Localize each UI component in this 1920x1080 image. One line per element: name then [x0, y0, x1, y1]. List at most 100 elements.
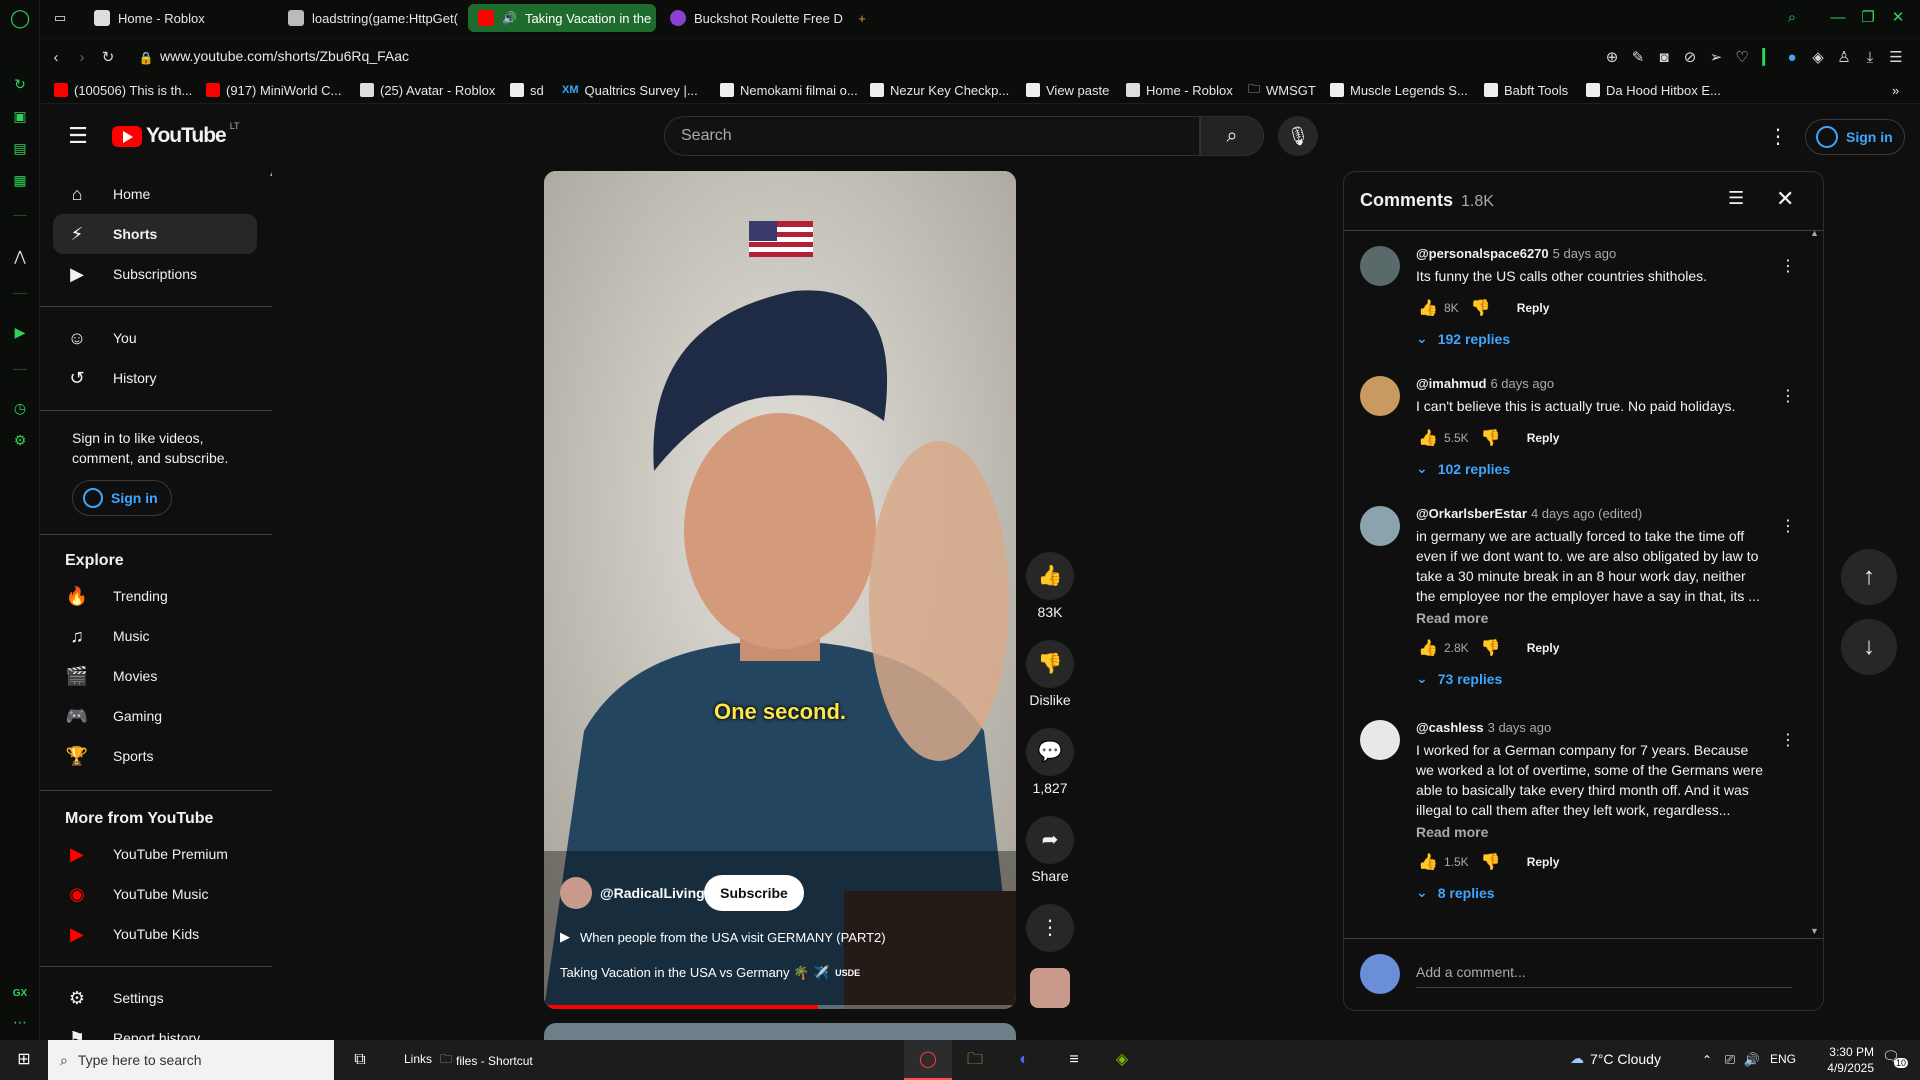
- easy-setup-icon[interactable]: ☰: [1886, 48, 1906, 68]
- view-replies-button[interactable]: ⌄ 8 replies: [1416, 884, 1495, 901]
- comment-like-icon[interactable]: 👍: [1416, 638, 1440, 658]
- tab-menu-icon[interactable]: ▭: [50, 4, 70, 32]
- previous-short-button[interactable]: ↑: [1841, 549, 1897, 605]
- more-actions-button[interactable]: ⋮: [1026, 904, 1074, 952]
- channel-avatar[interactable]: [560, 877, 592, 909]
- comment-author[interactable]: @imahmud: [1416, 376, 1486, 391]
- bookmark-item[interactable]: Da Hood Hitbox E...: [1586, 81, 1721, 99]
- history-icon[interactable]: ◷: [10, 398, 30, 418]
- adblock-icon[interactable]: ⊘: [1680, 48, 1700, 68]
- extension-icon[interactable]: ●: [1782, 48, 1802, 68]
- comment-author[interactable]: @OrkarlsberEstar: [1416, 506, 1527, 521]
- player-icon[interactable]: ▶: [10, 322, 30, 342]
- comment-reply-button[interactable]: Reply: [1527, 431, 1560, 445]
- taskbar-opera-gx[interactable]: ◯: [904, 1040, 952, 1080]
- comments-scroll-up-icon[interactable]: ▲: [1810, 228, 1819, 238]
- comment-author[interactable]: @cashless: [1416, 720, 1484, 735]
- like-button[interactable]: 👍: [1026, 552, 1074, 600]
- app-icon[interactable]: ≡: [1062, 1048, 1086, 1072]
- more-icon[interactable]: ⋯: [10, 1012, 30, 1032]
- url-field[interactable]: www.youtube.com/shorts/Zbu6Rq_FAac: [160, 48, 409, 64]
- aria-icon[interactable]: ⋀: [10, 246, 30, 266]
- video-progress-bar[interactable]: [544, 1005, 1016, 1009]
- playlist-link[interactable]: ▶ When people from the USA visit GERMANY…: [560, 929, 886, 945]
- comment-like-icon[interactable]: 👍: [1416, 298, 1440, 318]
- commenter-avatar[interactable]: [1360, 720, 1400, 760]
- volume-icon[interactable]: 🔊: [1740, 1048, 1764, 1072]
- tray-chevron-icon[interactable]: ⌃: [1695, 1048, 1719, 1072]
- read-more-button[interactable]: Read more: [1416, 824, 1488, 840]
- new-tab-button[interactable]: +: [852, 4, 872, 32]
- cube-icon[interactable]: ◈: [1808, 48, 1828, 68]
- sort-icon[interactable]: ☰: [1728, 188, 1744, 209]
- files-shortcut[interactable]: 🗀 files - Shortcut: [440, 1050, 533, 1071]
- next-short-button[interactable]: ↓: [1841, 619, 1897, 675]
- sidebar-item-you[interactable]: ☺ You: [53, 318, 257, 358]
- next-short-preview[interactable]: [544, 1023, 1016, 1040]
- view-replies-button[interactable]: ⌄ 102 replies: [1416, 460, 1510, 477]
- hamburger-menu-icon[interactable]: ☰: [64, 122, 92, 150]
- discord-icon[interactable]: ▦: [10, 170, 30, 190]
- sidebar-item-premium[interactable]: ▶ YouTube Premium: [53, 834, 257, 874]
- sidebar-item-sports[interactable]: 🏆 Sports: [53, 736, 257, 776]
- language-indicator[interactable]: ENG: [1770, 1052, 1796, 1066]
- refresh-circle-icon[interactable]: ↻: [10, 74, 30, 94]
- links-toolbar[interactable]: Links: [404, 1052, 432, 1066]
- dislike-button[interactable]: 👎: [1026, 640, 1074, 688]
- bookmark-item[interactable]: (25) Avatar - Roblox: [360, 81, 495, 99]
- speaker-icon[interactable]: 🔊: [502, 11, 517, 25]
- view-replies-button[interactable]: ⌄ 192 replies: [1416, 330, 1510, 347]
- nvidia-icon[interactable]: ◈: [1110, 1048, 1134, 1072]
- bag-icon[interactable]: ▣: [10, 106, 30, 126]
- commenter-avatar[interactable]: [1360, 376, 1400, 416]
- bookmark-folder[interactable]: 🗀 WMSGT: [1248, 81, 1316, 99]
- sidebar-sign-in-button[interactable]: Sign in: [72, 480, 172, 516]
- comment-dislike-icon[interactable]: 👎: [1479, 638, 1503, 658]
- bookmark-item[interactable]: Babft Tools: [1484, 81, 1568, 99]
- header-sign-in-button[interactable]: Sign in: [1805, 119, 1905, 155]
- channel-name[interactable]: @RadicalLiving: [600, 885, 705, 901]
- sidebar-item-music-app[interactable]: ◉ YouTube Music: [53, 874, 257, 914]
- maximize-icon[interactable]: ❐: [1856, 6, 1880, 30]
- bookmarks-overflow-icon[interactable]: »: [1892, 81, 1899, 99]
- settings-icon[interactable]: ⚙: [10, 430, 30, 450]
- reload-icon[interactable]: ↻: [98, 48, 118, 68]
- notifications-button[interactable]: 🗨 10: [1882, 1048, 1909, 1072]
- send-icon[interactable]: ➢: [1706, 48, 1726, 68]
- sidebar-item-gaming[interactable]: 🎮 Gaming: [53, 696, 257, 736]
- shorts-video-player[interactable]: One second. @RadicalLiving Subscribe ▶ W…: [544, 171, 1016, 1009]
- discord-icon[interactable]: ◐: [1012, 1048, 1036, 1072]
- minimize-icon[interactable]: —: [1826, 6, 1850, 30]
- taskbar-search-input[interactable]: ⌕ Type here to search: [48, 1040, 334, 1080]
- bookmark-item[interactable]: Nezur Key Checkp...: [870, 81, 1009, 99]
- sidebar-item-music[interactable]: ♫ Music: [53, 616, 257, 656]
- camera-icon[interactable]: ◙: [1654, 48, 1674, 68]
- tab-youtube-active[interactable]: 🔊 Taking Vacation in the: [468, 4, 656, 32]
- sidebar-item-shorts[interactable]: ⚡ Shorts: [53, 214, 257, 254]
- edit-icon[interactable]: ✎: [1628, 48, 1648, 68]
- read-more-button[interactable]: Read more: [1416, 610, 1488, 626]
- windows-start-icon[interactable]: ⊞: [12, 1048, 36, 1072]
- bookmark-item[interactable]: (917) MiniWorld C...: [206, 81, 341, 99]
- bookmark-item[interactable]: Nemokami filmai o...: [720, 81, 858, 99]
- sidebar-item-history[interactable]: ↺ History: [53, 358, 257, 398]
- add-comment-input[interactable]: Add a comment...: [1416, 964, 1792, 988]
- bookmark-item[interactable]: XM Qualtrics Survey |...: [562, 81, 698, 99]
- weather-widget[interactable]: ☁ 7°C Cloudy: [1570, 1050, 1661, 1067]
- comment-kebab-icon[interactable]: ⋮: [1780, 256, 1796, 276]
- sidebar-item-home[interactable]: ⌂ Home: [53, 174, 257, 214]
- download-icon[interactable]: ⤓: [1860, 48, 1880, 68]
- comment-reply-button[interactable]: Reply: [1517, 301, 1550, 315]
- sound-thumbnail[interactable]: [1030, 968, 1070, 1008]
- subscribe-button[interactable]: Subscribe: [704, 875, 804, 911]
- sidebar-item-settings[interactable]: ⚙ Settings: [53, 978, 257, 1018]
- search-input[interactable]: Search: [664, 116, 1200, 156]
- comment-dislike-icon[interactable]: 👎: [1469, 298, 1493, 318]
- sidebar-item-kids[interactable]: ▶ YouTube Kids: [53, 914, 257, 954]
- sidebar-item-report-history[interactable]: ⚑ Report history: [53, 1018, 257, 1040]
- search-button[interactable]: ⌕: [1200, 116, 1264, 156]
- forward-icon[interactable]: ›: [72, 48, 92, 68]
- zoom-icon[interactable]: ⊕: [1602, 48, 1622, 68]
- lock-icon[interactable]: 🔒: [136, 48, 156, 68]
- sidebar-scroll-up-icon[interactable]: ▲: [268, 168, 272, 179]
